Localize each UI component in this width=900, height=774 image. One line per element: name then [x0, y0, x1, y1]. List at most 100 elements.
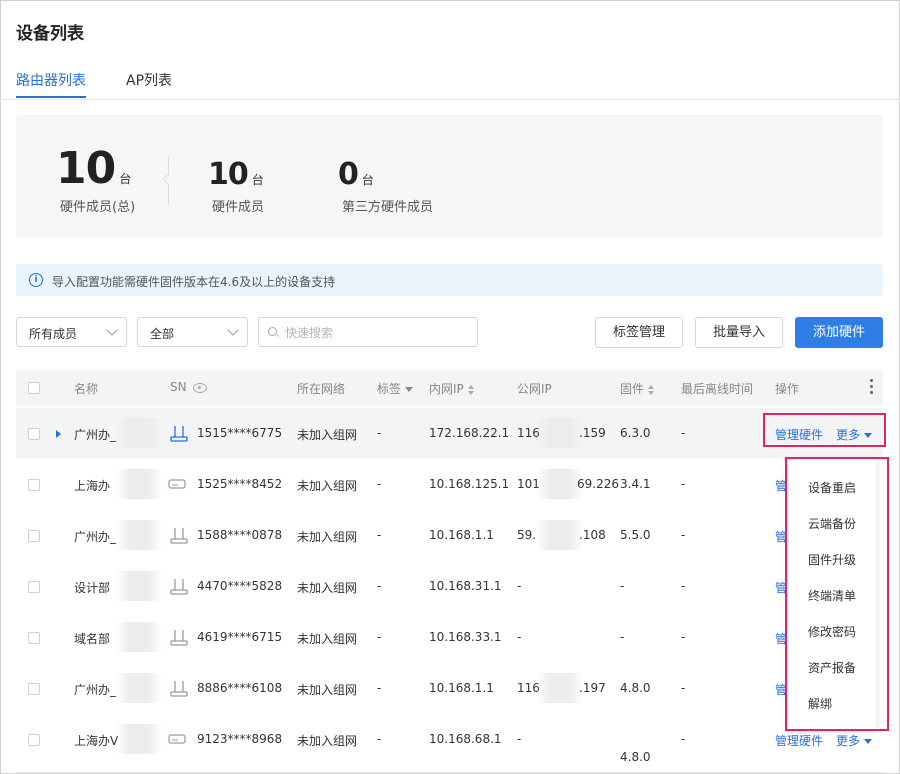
- table-row[interactable]: 设计部 4470****5828 未加入组网 -10.168.31.1- - - 管: [16, 561, 883, 613]
- row-checkbox[interactable]: [28, 683, 40, 695]
- device-last-offline: -: [681, 630, 686, 644]
- col-firmware[interactable]: 固件: [620, 380, 655, 397]
- stat-divider: [168, 157, 169, 205]
- redacted-mask: [536, 520, 584, 550]
- device-wan-ip-tail: .197: [579, 681, 606, 695]
- table-row[interactable]: 广州办_ 1515****6775 未加入组网 -172.168.22.1 116.15…: [16, 408, 883, 460]
- select-all-checkbox[interactable]: [28, 382, 40, 394]
- device-lan-ip: 10.168.1.1: [429, 681, 494, 695]
- table-row[interactable]: 广州办_ 8886****6108 未加入组网 -10.168.1.1 116.197 4…: [16, 663, 883, 715]
- device-firmware: 4.8.0: [620, 750, 651, 764]
- col-lan-ip[interactable]: 内网IP: [429, 380, 475, 397]
- row-checkbox[interactable]: [28, 530, 40, 542]
- device-network: 未加入组网: [297, 632, 358, 646]
- device-firmware: 4.8.0: [620, 681, 651, 695]
- device-tag: -: [377, 477, 382, 491]
- redacted-mask: [536, 418, 584, 448]
- bulk-import-button[interactable]: 批量导入: [695, 317, 783, 348]
- device-tag: -: [377, 681, 382, 695]
- device-sn: 1588****0878: [197, 528, 283, 542]
- search-input[interactable]: [283, 323, 472, 343]
- device-tag: -: [377, 630, 382, 644]
- col-firmware-label: 固件: [620, 382, 645, 396]
- device-name[interactable]: 域名部: [74, 630, 110, 647]
- stats-panel: 10 台 硬件成员(总) 10 台 硬件成员 0台 第三方硬件成员: [16, 115, 883, 238]
- col-sn-label: SN: [170, 380, 187, 394]
- router-box-icon: [168, 734, 186, 744]
- stat-hardware-value: 10: [208, 157, 249, 192]
- active-tab-indicator: [16, 96, 86, 98]
- redacted-mask: [116, 673, 162, 703]
- expand-arrow-icon[interactable]: [56, 430, 61, 438]
- col-name: 名称: [74, 382, 99, 396]
- redacted-mask: [116, 520, 162, 550]
- device-network: 未加入组网: [297, 530, 358, 544]
- member-select[interactable]: 所有成员: [16, 317, 127, 347]
- tab-router-list[interactable]: 路由器列表: [16, 70, 86, 90]
- device-firmware: -: [620, 579, 625, 593]
- router-icon: [170, 630, 188, 646]
- page-title: 设备列表: [16, 24, 84, 44]
- row-checkbox[interactable]: [28, 734, 40, 746]
- column-settings-icon[interactable]: [870, 379, 873, 397]
- table-row[interactable]: 域名部 4619****6715 未加入组网 -10.168.33.1- - - 管: [16, 612, 883, 664]
- stat-total-unit: 台: [119, 172, 132, 186]
- device-name[interactable]: 设计部: [74, 579, 110, 596]
- table-row[interactable]: 上海办 1525****8452 未加入组网 -10.168.125.1 101 69.2…: [16, 459, 883, 511]
- device-firmware: 5.5.0: [620, 528, 651, 542]
- redacted-mask: [116, 571, 162, 601]
- router-icon: [170, 426, 188, 442]
- device-name[interactable]: 广州办_: [74, 528, 116, 545]
- device-sn: 1515****6775: [197, 426, 283, 440]
- device-tag: -: [377, 426, 382, 440]
- router-icon: [170, 579, 188, 595]
- stat-total: 10 台 硬件成员(总): [56, 143, 135, 215]
- device-name[interactable]: 上海办V: [74, 732, 118, 749]
- col-tag[interactable]: 标签: [377, 380, 414, 397]
- device-name[interactable]: 广州办_: [74, 426, 116, 443]
- device-firmware: 6.3.0: [620, 426, 651, 440]
- row-checkbox[interactable]: [28, 479, 40, 491]
- stat-hardware-unit: 台: [251, 173, 264, 187]
- more-dropdown[interactable]: 更多: [836, 732, 873, 749]
- scope-select[interactable]: 全部: [137, 317, 248, 347]
- device-wan-ip: 59.: [517, 528, 537, 542]
- redacted-mask: [536, 673, 584, 703]
- device-name[interactable]: 广州办_: [74, 681, 116, 698]
- redacted-mask: [116, 622, 162, 652]
- table-row[interactable]: 广州办_ 1588****0878 未加入组网 - 10.168.1.1 59. .108 5…: [16, 510, 883, 562]
- more-label: 更多: [836, 734, 861, 748]
- tag-manage-button[interactable]: 标签管理: [595, 317, 683, 348]
- stat-thirdparty-label: 第三方硬件成员: [342, 200, 434, 215]
- col-last-offline: 最后离线时间: [681, 382, 754, 396]
- redacted-mask: [116, 418, 162, 448]
- tab-ap-list[interactable]: AP列表: [126, 70, 172, 90]
- device-name[interactable]: 上海办: [74, 477, 110, 494]
- device-sn: 4470****5828: [197, 579, 283, 593]
- filter-dropdown-icon: [405, 387, 414, 392]
- manage-hardware-link[interactable]: 管理硬件: [775, 732, 823, 749]
- col-actions: 操作: [775, 382, 800, 396]
- member-select-value: 所有成员: [29, 327, 78, 341]
- stat-total-value: 10: [56, 143, 116, 194]
- notice-text: 导入配置功能需硬件固件版本在4.6及以上的设备支持: [52, 275, 336, 289]
- info-icon: i: [29, 273, 43, 287]
- table-row[interactable]: 上海办V 9123****8968 未加入组网 - 10.168.68.1 - 4.8.0 -…: [16, 714, 883, 773]
- eye-icon[interactable]: [192, 382, 207, 393]
- device-sn: 1525****8452: [197, 477, 283, 491]
- search-box: [258, 317, 478, 347]
- chevron-down-icon: [864, 739, 873, 744]
- device-lan-ip: 10.168.31.1: [429, 579, 502, 593]
- device-tag: -: [377, 579, 382, 593]
- add-hardware-button[interactable]: 添加硬件: [795, 317, 883, 348]
- device-lan-ip: 10.168.1.1: [429, 528, 494, 542]
- scope-select-value: 全部: [150, 327, 175, 341]
- device-lan-ip: 10.168.125.1: [429, 477, 510, 491]
- row-checkbox[interactable]: [28, 428, 40, 440]
- row-checkbox[interactable]: [28, 581, 40, 593]
- device-sn: 8886****6108: [197, 681, 283, 695]
- device-network: 未加入组网: [297, 683, 358, 697]
- stat-thirdparty-unit: 台: [361, 173, 374, 187]
- device-network: 未加入组网: [297, 734, 358, 748]
- row-checkbox[interactable]: [28, 632, 40, 644]
